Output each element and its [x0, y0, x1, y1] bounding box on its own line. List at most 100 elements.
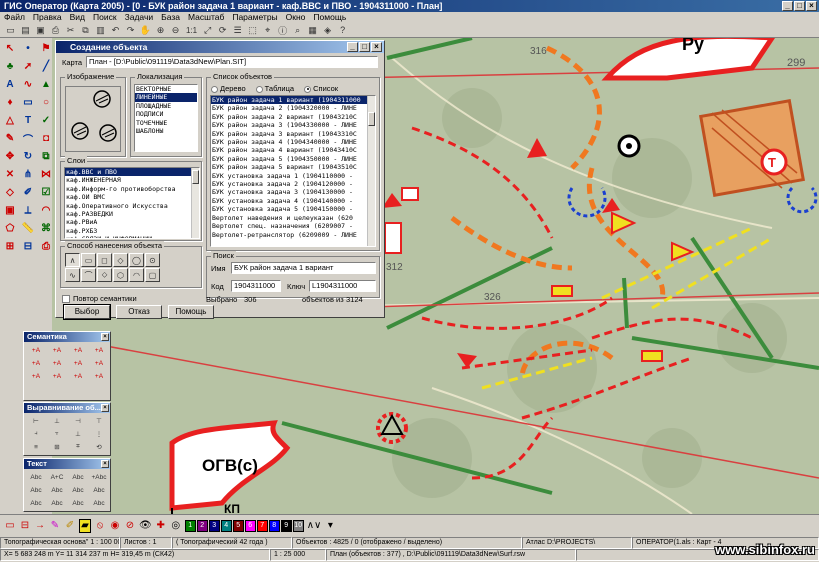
open-icon[interactable]: ▤: [19, 24, 32, 36]
semantics-tool-button[interactable]: +A: [68, 357, 88, 369]
align-right-icon[interactable]: ⊣: [68, 415, 88, 427]
fill-color-icon[interactable]: ▰: [79, 518, 91, 533]
zoom-in-icon[interactable]: ⊕: [154, 24, 167, 36]
semantics-tool-button[interactable]: +A: [26, 344, 46, 356]
layer-list-item[interactable]: каф.Оперативного Искусства: [65, 202, 199, 210]
method-curve-icon[interactable]: ⌒: [81, 268, 96, 282]
copy-icon[interactable]: ⧉: [79, 24, 92, 36]
layer-list-item[interactable]: каф.ИНЖЕНЕРНАЯ: [65, 176, 199, 184]
semantics-tool-button[interactable]: +A: [26, 370, 46, 382]
semantics-tool-button[interactable]: +A: [47, 370, 67, 382]
align-stack-icon[interactable]: ≡: [26, 441, 46, 453]
semantics-tool-button[interactable]: +A: [89, 357, 109, 369]
method-circle-icon[interactable]: ◯: [129, 253, 144, 267]
save-icon[interactable]: ▣: [34, 24, 47, 36]
connect-tool-icon[interactable]: ⟂: [20, 202, 36, 218]
objects-list[interactable]: БУК район задача 1 вариант (1904311000 БУ…: [210, 95, 376, 247]
ban-icon[interactable]: ⊘: [124, 519, 136, 533]
group-tool-icon[interactable]: ⊞: [2, 238, 18, 254]
layer-list-item[interactable]: каф.ВВС и ПВО: [65, 168, 199, 177]
close-button[interactable]: ×: [806, 1, 817, 11]
object-list-item[interactable]: Вертолет спец. назначения (6209007 -: [211, 222, 375, 230]
eye-icon[interactable]: 👁: [139, 519, 152, 533]
menu-item[interactable]: Окно: [286, 12, 306, 23]
layer-list-item[interactable]: каф.РХБЗ: [65, 227, 199, 235]
code-field[interactable]: 1904311000: [231, 280, 281, 292]
text-tool-button[interactable]: +Abc: [89, 471, 109, 483]
text-tool-button[interactable]: Abc: [26, 497, 46, 509]
arrow-tool-icon[interactable]: ➚: [20, 58, 36, 74]
fit-icon[interactable]: ⤢: [201, 24, 214, 36]
semantics-tool-button[interactable]: +A: [47, 357, 67, 369]
object-list-item[interactable]: БУК район задача 3 вариант (19043310С: [211, 130, 375, 138]
menu-item[interactable]: Правка: [33, 12, 62, 23]
objects-scrollbar[interactable]: [367, 96, 375, 246]
menu-item[interactable]: Параметры: [232, 12, 277, 23]
menu-item[interactable]: Масштаб: [188, 12, 224, 23]
maximize-button[interactable]: □: [794, 1, 805, 11]
text-tool-button[interactable]: Abc: [47, 497, 67, 509]
view-option-radio[interactable]: [255, 85, 263, 93]
text-tool-icon[interactable]: T: [20, 112, 36, 128]
layer-number-button[interactable]: 2: [196, 519, 208, 532]
info-icon[interactable]: ⓘ: [276, 24, 289, 36]
method-circle2-icon[interactable]: ⊙: [145, 253, 160, 267]
object-list-item[interactable]: БУК район задача 1 вариант (1904311000: [211, 96, 375, 105]
dialog-close-button[interactable]: ×: [371, 42, 382, 52]
dialog-minimize-button[interactable]: _: [347, 42, 358, 52]
text-tool-button[interactable]: A+C: [47, 471, 67, 483]
localization-item[interactable]: ТОЧЕЧНЫЕ: [135, 119, 197, 127]
align-vcenter-icon[interactable]: ⫟: [47, 428, 67, 440]
method-square-icon[interactable]: ◻: [97, 253, 112, 267]
localization-item[interactable]: ЛИНЕЙНЫЕ: [135, 93, 197, 102]
text-tool-button[interactable]: Abc: [68, 484, 88, 496]
object-list-item[interactable]: БУК район задача 5 (1904350000 - ЛИНЕ: [211, 155, 375, 163]
delete-tool-icon[interactable]: ✕: [2, 166, 18, 182]
align-center-icon[interactable]: ⊥: [47, 415, 67, 427]
select-button[interactable]: Выбор: [63, 304, 111, 320]
refresh-icon[interactable]: ⟳: [216, 24, 229, 36]
view-option[interactable]: Список: [304, 84, 338, 93]
layer-list-item[interactable]: каф.РАЗВЕДКИ: [65, 210, 199, 218]
pen-color-icon[interactable]: ✎: [49, 519, 61, 533]
object-list-item[interactable]: БУК район задача 4 (1904340000 - ЛИНЕ: [211, 138, 375, 146]
semantics-tool-button[interactable]: +A: [47, 344, 67, 356]
align-reset-icon[interactable]: ⟲: [89, 441, 109, 453]
zoom-out-icon[interactable]: ⊖: [169, 24, 182, 36]
align-top-icon[interactable]: ⊤: [89, 415, 109, 427]
layer-number-button[interactable]: 6: [244, 519, 256, 532]
zoom-1-1-button[interactable]: 1:1: [184, 24, 199, 36]
objects-scroll-thumb[interactable]: [368, 112, 375, 126]
text-tool-button[interactable]: Abc: [47, 484, 67, 496]
method-rect-icon[interactable]: ▭: [81, 253, 96, 267]
localization-item[interactable]: ШАБЛОНЫ: [135, 127, 197, 135]
layer-number-button[interactable]: 7: [256, 519, 268, 532]
measure-icon[interactable]: ⌖: [261, 24, 274, 36]
semantics-tool-button[interactable]: +A: [68, 344, 88, 356]
menu-item[interactable]: Вид: [70, 12, 85, 23]
align-grid-icon[interactable]: ⊞: [47, 441, 67, 453]
menu-item[interactable]: Помощь: [313, 12, 346, 23]
split-tool-icon[interactable]: ⋔: [20, 166, 36, 182]
object-list-item[interactable]: БУК район задача 2 вариант (19043210С: [211, 113, 375, 121]
stamp-tool-icon[interactable]: ▣: [2, 202, 18, 218]
semantics-tool-button[interactable]: +A: [89, 370, 109, 382]
layer-list-item[interactable]: каф.Информ-го противоборства: [65, 185, 199, 193]
spline-tool-icon[interactable]: ⌒: [20, 130, 36, 146]
layers-icon[interactable]: ☰: [231, 24, 244, 36]
view-option[interactable]: Таблица: [255, 84, 294, 93]
eye2-icon[interactable]: ◎: [170, 519, 182, 533]
plus-icon[interactable]: ✚: [155, 519, 167, 533]
layers-scrollbar[interactable]: [191, 168, 199, 238]
layer-number-button[interactable]: 5: [232, 519, 244, 532]
method-diamond-icon[interactable]: ⬦: [97, 268, 112, 282]
align-panel-close-button[interactable]: ×: [101, 404, 109, 412]
semantics-panel-close-button[interactable]: ×: [101, 333, 109, 341]
new-icon[interactable]: ▭: [4, 24, 17, 36]
polyline-icon[interactable]: ∧∨: [307, 519, 322, 533]
rect-tool-icon[interactable]: ▭: [20, 94, 36, 110]
menu-item[interactable]: Файл: [4, 12, 25, 23]
object-list-item[interactable]: БУК район задача 2 (1904320000 - ЛИНЕ: [211, 104, 375, 112]
object-list-item[interactable]: БУК район задача 3 (1904330000 - ЛИНЕ: [211, 121, 375, 129]
object-list-item[interactable]: БУК установка задача 3 (1904130000 -: [211, 188, 375, 196]
